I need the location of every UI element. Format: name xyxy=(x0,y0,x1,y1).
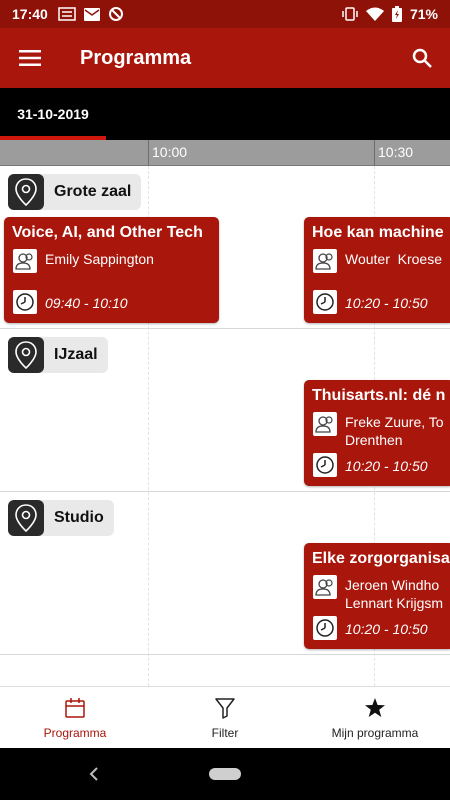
location-pin-icon xyxy=(8,500,44,536)
nav-label: Programma xyxy=(43,725,107,740)
nav-filter[interactable]: Filter xyxy=(150,687,300,748)
filter-icon xyxy=(214,696,236,720)
speaker-name: Drenthen xyxy=(345,432,403,448)
calendar-icon xyxy=(64,696,86,720)
speaker-name: Lennart Krijgsm xyxy=(345,595,444,611)
system-home-button[interactable] xyxy=(209,768,241,780)
session-speakers: Emily Sappington xyxy=(45,250,154,268)
room-row-studio: Studio Elke zorgorganisa Jeroen Windho L… xyxy=(0,492,450,655)
room-row-grote-zaal: Grote zaal Voice, AI, and Other Tech Emi… xyxy=(0,166,450,329)
news-icon xyxy=(58,7,76,21)
status-time: 17:40 xyxy=(12,6,48,22)
room-badge: Grote zaal xyxy=(8,174,142,210)
time-header: 10:00 10:30 xyxy=(0,140,450,166)
session-speakers: Jeroen Windho Lennart Krijgsm xyxy=(345,576,443,612)
bottom-navigation: Programma Filter Mijn programma xyxy=(0,686,450,748)
clock-icon xyxy=(13,290,37,314)
nav-label: Mijn programma xyxy=(331,725,419,740)
speaker-icon xyxy=(13,249,37,273)
session-time: 10:20 - 10:50 xyxy=(345,295,428,311)
location-pin-icon xyxy=(8,337,44,373)
tab-date-label: 31-10-2019 xyxy=(17,106,89,122)
room-name: Studio xyxy=(54,509,104,526)
clock-icon xyxy=(313,616,337,640)
time-tick xyxy=(374,140,375,166)
nav-programma[interactable]: Programma xyxy=(0,687,150,748)
session-card[interactable]: Hoe kan machine Wouter Kroese 10:20 - 10… xyxy=(304,217,450,323)
date-tab-bar: 31-10-2019 xyxy=(0,88,450,140)
session-time: 10:20 - 10:50 xyxy=(345,458,428,474)
session-speakers: Wouter Kroese xyxy=(345,250,442,268)
room-name: Grote zaal xyxy=(54,183,132,200)
speaker-name: Jeroen Windho xyxy=(345,577,440,593)
room-name: IJzaal xyxy=(54,346,98,363)
session-card[interactable]: Voice, AI, and Other Tech Emily Sappingt… xyxy=(4,217,219,323)
menu-button[interactable] xyxy=(0,28,60,88)
wifi-icon xyxy=(365,7,384,21)
search-button[interactable] xyxy=(394,28,450,88)
speaker-name: Freke Zuure, To xyxy=(345,414,444,430)
speaker-name: Emily Sappington xyxy=(45,251,154,267)
room-badge: IJzaal xyxy=(8,337,108,373)
nav-label: Filter xyxy=(211,725,239,740)
session-title: Voice, AI, and Other Tech xyxy=(12,224,203,241)
session-time: 10:20 - 10:50 xyxy=(345,621,428,637)
session-title: Elke zorgorganisa xyxy=(312,550,450,567)
session-title: Hoe kan machine xyxy=(312,224,444,241)
sync-icon xyxy=(108,7,123,21)
time-label: 10:00 xyxy=(152,144,188,160)
battery-icon xyxy=(391,6,402,22)
room-row-ijzaal: IJzaal Thuisarts.nl: dé n Freke Zuure, T… xyxy=(0,329,450,492)
hamburger-menu-icon xyxy=(19,50,41,66)
session-card[interactable]: Thuisarts.nl: dé n Freke Zuure, To Drent… xyxy=(304,380,450,486)
speaker-name: Wouter Kroese xyxy=(345,251,443,267)
session-card[interactable]: Elke zorgorganisa Jeroen Windho Lennart … xyxy=(304,543,450,649)
mail-icon xyxy=(83,7,100,21)
time-label: 10:30 xyxy=(378,144,414,160)
room-badge: Studio xyxy=(8,500,114,536)
nav-mijn-programma[interactable]: Mijn programma xyxy=(300,687,450,748)
tab-date[interactable]: 31-10-2019 xyxy=(0,88,106,140)
app-bar: Programma xyxy=(0,28,450,88)
session-speakers: Freke Zuure, To Drenthen xyxy=(345,413,444,449)
clock-icon xyxy=(313,453,337,477)
schedule-grid[interactable]: Grote zaal Voice, AI, and Other Tech Emi… xyxy=(0,166,450,686)
session-title: Thuisarts.nl: dé n xyxy=(312,387,446,404)
battery-percentage: 71% xyxy=(409,6,438,22)
back-chevron-icon xyxy=(89,767,98,781)
status-bar: 17:40 71% xyxy=(0,0,450,28)
speaker-icon xyxy=(313,412,337,436)
system-back-button[interactable] xyxy=(84,762,104,786)
location-pin-icon xyxy=(8,174,44,210)
star-icon xyxy=(364,696,386,720)
clock-icon xyxy=(313,290,337,314)
system-navigation-bar xyxy=(0,748,450,800)
page-title: Programma xyxy=(80,46,192,69)
search-icon xyxy=(412,48,432,68)
vibrate-icon xyxy=(342,7,358,21)
time-tick xyxy=(148,140,149,166)
session-time: 09:40 - 10:10 xyxy=(45,295,128,311)
speaker-icon xyxy=(313,249,337,273)
speaker-icon xyxy=(313,575,337,599)
